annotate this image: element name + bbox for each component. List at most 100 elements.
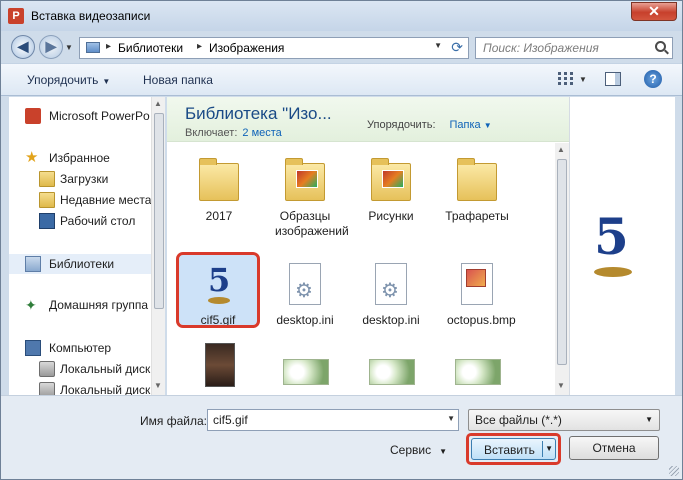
nav-item-powerpoint[interactable]: Microsoft PowerPo: [9, 106, 159, 126]
gif-thumbnail-icon: 5: [194, 261, 242, 309]
nav-item-computer[interactable]: Компьютер: [9, 338, 159, 358]
folder-icon: [195, 157, 243, 205]
nav-item-downloads[interactable]: Загрузки: [9, 169, 159, 189]
settings-file-icon: [367, 261, 415, 309]
split-divider: [542, 441, 543, 457]
file-item-flowers[interactable]: [435, 343, 519, 395]
refresh-icon[interactable]: ⟳: [451, 39, 463, 56]
filename-label: Имя файла:: [140, 414, 207, 428]
close-button[interactable]: ✕: [631, 2, 677, 21]
file-name: cif5.gif: [200, 313, 236, 327]
back-button[interactable]: ◀: [11, 35, 35, 59]
nav-item-label: Библиотеки: [49, 257, 115, 271]
nav-item-label: Microsoft PowerPo: [49, 109, 150, 123]
arrange-label: Упорядочить:: [367, 119, 436, 131]
new-folder-button[interactable]: Новая папка: [143, 73, 213, 87]
view-options-icon[interactable]: [558, 72, 574, 86]
scroll-up-icon[interactable]: ▲: [154, 99, 162, 108]
filename-history-dropdown-icon[interactable]: ▼: [447, 414, 455, 423]
insert-button[interactable]: Вставить ▼: [471, 438, 556, 460]
file-item-flowers[interactable]: [349, 343, 433, 395]
file-item-sample-images[interactable]: Образцы изображений: [263, 157, 349, 239]
image-folder-icon: [367, 157, 415, 205]
organize-label: Упорядочить: [27, 73, 99, 87]
view-dropdown-icon[interactable]: ▼: [579, 75, 587, 84]
preview-glyph: 5: [594, 207, 629, 266]
scroll-down-icon[interactable]: ▼: [557, 381, 565, 390]
insert-highlight: Вставить ▼: [466, 433, 561, 465]
file-item-2017[interactable]: 2017: [177, 157, 261, 224]
service-menu-button[interactable]: Сервис ▼: [390, 443, 447, 457]
scroll-up-icon[interactable]: ▲: [557, 145, 565, 154]
dialog-window: P Вставка видеозаписи ✕ ◀ ▶ ▼ ▸ Библиоте…: [0, 0, 683, 480]
nav-item-favorites[interactable]: ★ Избранное: [9, 148, 159, 168]
arrange-by-dropdown[interactable]: Папка ▼: [450, 119, 492, 131]
cancel-button[interactable]: Отмена: [569, 436, 659, 460]
file-item-stencils[interactable]: Трафареты: [435, 157, 519, 224]
arrange-value: Папка: [449, 119, 481, 131]
arrange-by: Упорядочить: Папка ▼: [367, 119, 492, 131]
includes-label: Включает:: [185, 127, 238, 139]
file-item-cif5-gif[interactable]: 5 cif5.gif: [176, 252, 260, 328]
breadcrumb-images[interactable]: Изображения: [209, 41, 284, 55]
forward-button[interactable]: ▶: [39, 35, 63, 59]
filetype-value: Все файлы (*.*): [475, 413, 562, 427]
star-icon: ★: [25, 149, 39, 166]
disk-icon: [39, 382, 55, 395]
insert-options-dropdown-icon[interactable]: ▼: [545, 444, 553, 453]
organize-button[interactable]: Упорядочить ▼: [27, 73, 110, 87]
navigation-scrollbar[interactable]: ▲ ▼: [151, 97, 165, 395]
nav-item-libraries[interactable]: Библиотеки: [9, 254, 159, 274]
recent-pages-dropdown-icon[interactable]: ▼: [65, 43, 73, 52]
scrollbar-thumb[interactable]: [154, 113, 164, 309]
breadcrumb-separator-icon[interactable]: ▸: [197, 41, 202, 52]
file-name: Образцы изображений: [275, 209, 349, 238]
file-item-octopus-bmp[interactable]: octopus.bmp: [435, 261, 519, 328]
nav-item-recent-places[interactable]: Недавние места: [9, 190, 159, 210]
search-icon[interactable]: [655, 41, 666, 52]
nav-item-local-disk-d[interactable]: Локальный диск: [9, 380, 159, 395]
libraries-address-icon: [86, 42, 100, 53]
file-item-desktop-ini[interactable]: desktop.ini: [349, 261, 433, 328]
file-item-pictures[interactable]: Рисунки: [349, 157, 433, 224]
nav-item-label: Загрузки: [60, 172, 109, 186]
window-title: Вставка видеозаписи: [31, 9, 151, 23]
file-name: Рисунки: [368, 209, 414, 223]
file-item-portrait[interactable]: [177, 343, 261, 395]
libraries-icon: [25, 256, 41, 272]
folder-icon: [453, 157, 501, 205]
preview-stand: [594, 267, 632, 277]
library-header: Библиотека "Изо... Включает: 2 места Упор…: [167, 97, 569, 142]
resize-grip-icon[interactable]: [669, 466, 679, 476]
nav-item-label: Избранное: [49, 151, 110, 165]
bitmap-file-icon: [453, 261, 501, 309]
preview-pane-icon[interactable]: [605, 72, 621, 86]
breadcrumb-separator-icon[interactable]: ▸: [106, 41, 111, 52]
scroll-down-icon[interactable]: ▼: [154, 381, 162, 390]
nav-item-desktop[interactable]: Рабочий стол: [9, 211, 159, 231]
scrollbar-thumb[interactable]: [557, 159, 567, 365]
file-name: octopus.bmp: [447, 313, 516, 327]
nav-item-local-disk-c[interactable]: Локальный диск: [9, 359, 159, 379]
nav-item-homegroup[interactable]: ✦ Домашняя группа: [9, 295, 159, 315]
includes-locations-link[interactable]: 2 места: [242, 127, 281, 139]
filename-input[interactable]: cif5.gif ▼: [207, 409, 459, 431]
help-icon[interactable]: ?: [644, 70, 662, 88]
flowers-thumbnail-icon: [281, 343, 329, 391]
powerpoint-app-icon: P: [8, 8, 24, 24]
nav-item-label: Локальный диск: [60, 383, 151, 395]
address-dropdown-icon[interactable]: ▼: [434, 41, 442, 50]
portrait-thumbnail-icon: [195, 343, 243, 391]
disk-icon: [39, 361, 55, 377]
file-grid-scrollbar[interactable]: ▲ ▼: [555, 143, 569, 395]
address-bar[interactable]: ▸ Библиотеки ▸ Изображения ▼ ⟳: [79, 37, 469, 59]
breadcrumb-libraries[interactable]: Библиотеки: [118, 41, 183, 55]
file-name: 2017: [205, 209, 233, 223]
settings-file-icon: [281, 261, 329, 309]
title-bar[interactable]: P Вставка видеозаписи ✕: [1, 1, 682, 31]
search-input[interactable]: Поиск: Изображения: [475, 37, 673, 59]
filetype-select[interactable]: Все файлы (*.*) ▼: [468, 409, 660, 431]
file-item-desktop-ini[interactable]: desktop.ini: [263, 261, 347, 328]
file-item-flowers[interactable]: [263, 343, 347, 395]
chevron-down-icon: ▼: [439, 447, 448, 456]
